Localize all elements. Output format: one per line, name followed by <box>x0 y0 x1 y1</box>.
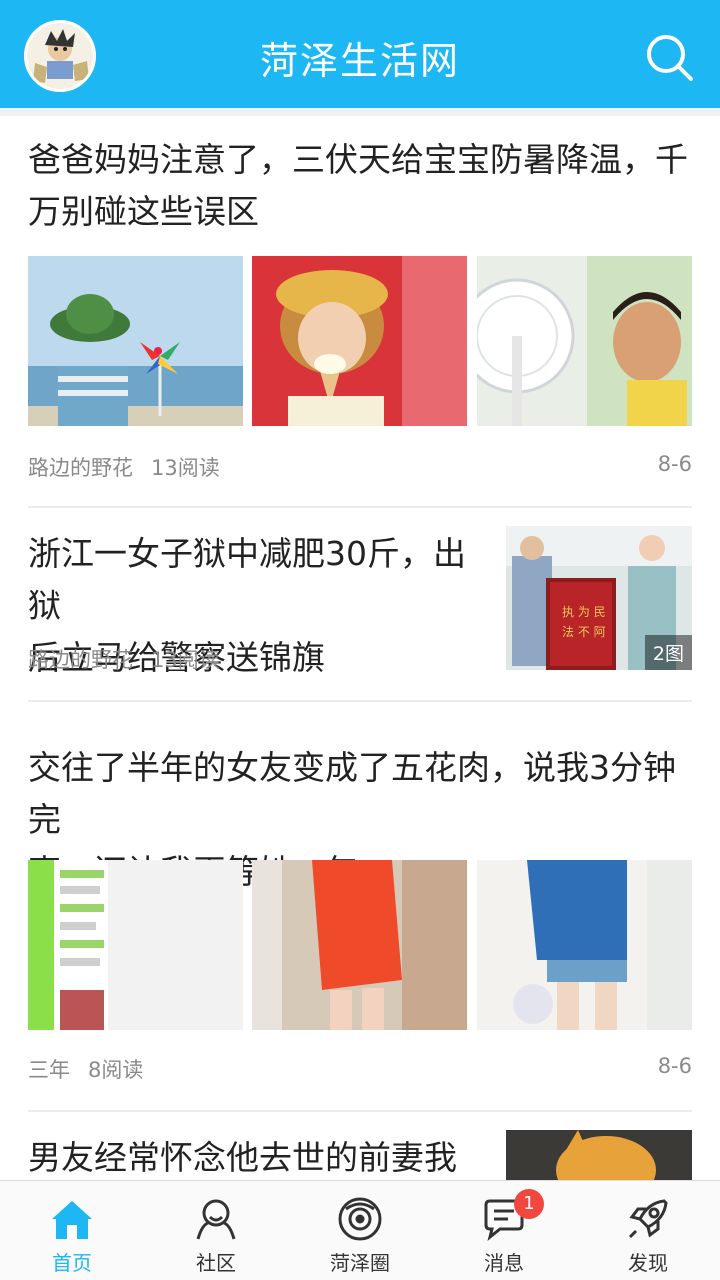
divider <box>28 1110 692 1112</box>
article-title: 爸爸妈妈注意了，三伏天给宝宝防暑降温，千 万别碰这些误区 <box>28 140 688 231</box>
author-name: 路边的野花 <box>28 648 133 672</box>
tab-discover[interactable]: 发现 <box>576 1181 720 1280</box>
article-card[interactable]: 浙江一女子狱中减肥30斤，出狱 后立马给警察送锦旗 执 为 民 法 不 阿 2图… <box>0 508 720 704</box>
tab-label: 社区 <box>196 1251 236 1275</box>
article-card[interactable]: 男友经常怀念他去世的前妻我该 <box>0 1116 720 1229</box>
thumbnail-image <box>28 256 243 426</box>
bottom-tab-bar: 首页 社区 菏泽圈 1 消息 发现 <box>0 1180 720 1280</box>
thumbnail-image <box>477 860 692 1030</box>
article-meta: 三年 8阅读 <box>28 1054 143 1084</box>
read-count: 13阅读 <box>151 456 220 480</box>
article-card[interactable]: 爸爸妈妈注意了，三伏天给宝宝防暑降温，千 万别碰这些误区 路边的野花 13阅读 … <box>0 116 720 508</box>
thumbnail-image <box>252 860 467 1030</box>
author-name: 三年 <box>28 1058 70 1082</box>
rocket-icon <box>624 1195 672 1243</box>
tab-label: 菏泽圈 <box>330 1251 390 1275</box>
circle-icon <box>336 1195 384 1243</box>
article-meta: 路边的野花 13阅读 <box>28 644 220 674</box>
article-thumbnails <box>28 256 692 426</box>
thumbnail-image <box>477 256 692 426</box>
tab-label: 消息 <box>484 1251 524 1275</box>
author-name: 路边的野花 <box>28 456 133 480</box>
tab-label: 首页 <box>52 1251 92 1275</box>
header-shadow <box>0 108 720 116</box>
divider <box>28 700 692 702</box>
app-header: 菏泽生活网 <box>0 0 720 108</box>
article-thumbnail: 执 为 民 法 不 阿 2图 <box>506 526 692 670</box>
svg-text:执 为 民: 执 为 民 <box>562 605 606 619</box>
community-icon <box>192 1195 240 1243</box>
article-meta: 路边的野花 13阅读 <box>28 452 220 482</box>
article-date: 8-6 <box>657 1054 692 1078</box>
article-card[interactable]: 交往了半年的女友变成了五花肉，说我3分钟完 事，还让我再等她一年... <box>0 724 720 1116</box>
tab-messages[interactable]: 1 消息 <box>432 1181 576 1280</box>
article-thumbnails <box>28 860 692 1030</box>
home-icon <box>48 1195 96 1243</box>
search-icon[interactable] <box>644 32 696 84</box>
article-thumbnail <box>506 1130 692 1180</box>
tab-community[interactable]: 社区 <box>144 1181 288 1280</box>
app-title: 菏泽生活网 <box>259 39 460 83</box>
image-count-badge: 2图 <box>644 635 692 670</box>
tab-home[interactable]: 首页 <box>0 1181 144 1280</box>
thumbnail-image <box>252 256 467 426</box>
tab-label: 发现 <box>628 1251 668 1275</box>
read-count: 13阅读 <box>151 648 220 672</box>
svg-text:法 不 阿: 法 不 阿 <box>562 625 606 639</box>
read-count: 8阅读 <box>88 1058 144 1082</box>
article-date: 8-6 <box>657 452 692 476</box>
tab-circle[interactable]: 菏泽圈 <box>288 1181 432 1280</box>
unread-badge: 1 <box>514 1189 544 1219</box>
thumbnail-image <box>28 860 243 1030</box>
